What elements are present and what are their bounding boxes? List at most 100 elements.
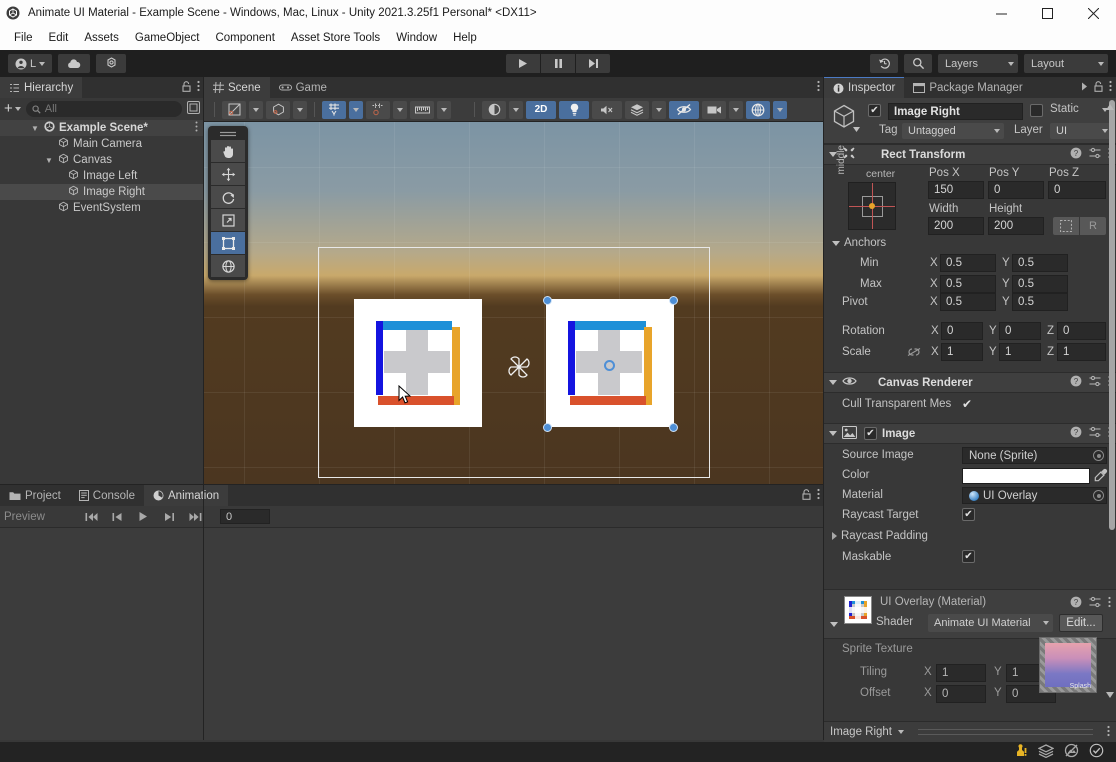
panel-divider-right[interactable] — [823, 77, 824, 740]
collab-warning-icon[interactable] — [1013, 743, 1028, 761]
rotation-x-field[interactable]: 0 — [941, 322, 983, 340]
preset-icon[interactable] — [1089, 426, 1101, 441]
tiling-x-field[interactable]: 1 — [936, 664, 986, 682]
gameobject-enabled-checkbox[interactable]: ✔ — [868, 104, 881, 117]
scene-camera-dropdown[interactable] — [729, 100, 743, 119]
selection-handle-top-left[interactable] — [543, 296, 552, 305]
raw-mode-button[interactable]: R — [1080, 217, 1106, 235]
scale-tool-button[interactable] — [211, 209, 245, 231]
ruler-dropdown[interactable] — [437, 100, 451, 119]
footer-menu-icon[interactable] — [1107, 725, 1110, 740]
tab-console[interactable]: Console — [69, 485, 144, 506]
scale-y-field[interactable]: 1 — [999, 343, 1041, 361]
current-frame-input[interactable]: 0 — [220, 509, 270, 524]
scroll-up-arrow-icon[interactable] — [1106, 101, 1114, 113]
step-button[interactable] — [576, 54, 610, 73]
rotation-z-field[interactable]: 0 — [1057, 322, 1106, 340]
chevron-down-icon[interactable]: ▼ — [30, 124, 40, 133]
hierarchy-item-example-scene[interactable]: ▼ Example Scene* — [0, 120, 204, 136]
lock-icon[interactable] — [1094, 80, 1103, 95]
maskable-checkbox[interactable]: ✔ — [962, 550, 975, 563]
hand-tool-button[interactable] — [211, 140, 245, 162]
layer-dropdown[interactable]: UI — [1050, 123, 1112, 139]
image-enabled-checkbox[interactable]: ✔ — [864, 427, 877, 440]
tab-scene[interactable]: Scene — [204, 77, 270, 98]
pos-z-field[interactable]: 0 — [1048, 181, 1106, 199]
ruler-button[interactable] — [410, 100, 434, 119]
chevron-down-icon[interactable]: ▼ — [44, 156, 54, 165]
close-button[interactable] — [1070, 0, 1116, 26]
grid-snap-dropdown[interactable] — [393, 100, 407, 119]
rect-tool-button[interactable] — [211, 232, 245, 254]
scene-lighting-sphere-button[interactable] — [482, 100, 506, 119]
width-field[interactable]: 200 — [928, 217, 984, 235]
sprite-texture-preview[interactable]: Splash — [1039, 637, 1097, 693]
search-button[interactable] — [904, 54, 932, 73]
menu-component[interactable]: Component — [207, 29, 282, 47]
menu-help[interactable]: Help — [445, 29, 485, 47]
anchors-foldout[interactable]: Anchors — [832, 237, 886, 249]
anchor-max-x-field[interactable]: 0.5 — [940, 275, 996, 293]
gameobject-name-field[interactable]: Image Right — [888, 103, 1023, 120]
image-component-header[interactable]: ✔ Image ? — [824, 423, 1116, 444]
preset-icon[interactable] — [1089, 596, 1101, 611]
shading-mode-button[interactable] — [266, 100, 290, 119]
chevron-down-icon[interactable] — [898, 730, 905, 734]
scale-lock-icon[interactable] — [907, 347, 921, 360]
preset-icon[interactable] — [1089, 147, 1101, 162]
transform-tool-button[interactable] — [211, 255, 245, 277]
menu-gameobject[interactable]: GameObject — [127, 29, 208, 47]
animation-menu-icon[interactable] — [817, 488, 820, 503]
object-picker-icon[interactable] — [1093, 450, 1104, 461]
gizmos-dropdown[interactable] — [773, 100, 787, 119]
layers-stack-icon[interactable] — [1037, 743, 1055, 761]
tab-animation[interactable]: Animation — [144, 485, 229, 506]
hierarchy-search-input[interactable]: All — [25, 101, 182, 117]
raycast-padding-foldout[interactable]: Raycast Padding — [832, 530, 928, 542]
menu-window[interactable]: Window — [388, 29, 445, 47]
last-frame-button[interactable] — [182, 506, 208, 528]
panel-divider-horizontal[interactable] — [0, 484, 824, 485]
selection-handle-top-right[interactable] — [669, 296, 678, 305]
draw-mode-button[interactable] — [222, 100, 246, 119]
tab-project[interactable]: Project — [0, 485, 70, 506]
first-frame-button[interactable] — [78, 506, 104, 528]
scene-menu-icon[interactable] — [195, 121, 198, 135]
pause-button[interactable] — [541, 54, 575, 73]
minimize-button[interactable] — [978, 0, 1024, 26]
inspector-menu-icon[interactable] — [1109, 80, 1112, 95]
edit-shader-button[interactable]: Edit... — [1059, 614, 1103, 632]
undo-history-button[interactable] — [870, 54, 898, 73]
hierarchy-item-eventsystem[interactable]: EventSystem — [0, 200, 204, 216]
animation-play-button[interactable] — [130, 506, 156, 528]
source-image-field[interactable]: None (Sprite) — [962, 447, 1107, 464]
maximize-button[interactable] — [1024, 0, 1070, 26]
shader-dropdown[interactable]: Animate UI Material — [928, 614, 1053, 632]
scene-image-left[interactable] — [354, 299, 482, 427]
preset-icon[interactable] — [1089, 375, 1101, 390]
scroll-down-arrow-icon[interactable] — [1106, 689, 1114, 701]
effects-dropdown[interactable] — [652, 100, 666, 119]
lock-icon[interactable] — [182, 80, 191, 95]
inspector-scrollbar[interactable] — [1109, 100, 1115, 530]
layout-dropdown[interactable]: Layout — [1024, 54, 1108, 73]
audio-mute-button[interactable] — [592, 100, 622, 119]
play-button[interactable] — [506, 54, 540, 73]
effects-button[interactable] — [625, 100, 649, 119]
height-field[interactable]: 200 — [988, 217, 1044, 235]
help-icon[interactable]: ? — [1070, 375, 1082, 390]
scene-lighting-dropdown[interactable] — [509, 100, 523, 119]
help-icon[interactable]: ? — [1070, 596, 1082, 611]
lock-icon[interactable] — [802, 488, 811, 503]
chevron-down-icon[interactable] — [853, 123, 860, 135]
tab-game[interactable]: Game — [269, 77, 336, 98]
scale-x-field[interactable]: 1 — [941, 343, 983, 361]
pivot-x-field[interactable]: 0.5 — [940, 293, 996, 311]
scene-menu-icon[interactable] — [817, 80, 820, 95]
blueprint-mode-button[interactable] — [1053, 217, 1079, 235]
menu-file[interactable]: File — [6, 29, 41, 47]
visibility-toggle-button[interactable] — [669, 100, 699, 119]
anchor-min-x-field[interactable]: 0.5 — [940, 254, 996, 272]
account-button[interactable]: L — [8, 54, 52, 73]
move-tool-button[interactable] — [211, 163, 245, 185]
